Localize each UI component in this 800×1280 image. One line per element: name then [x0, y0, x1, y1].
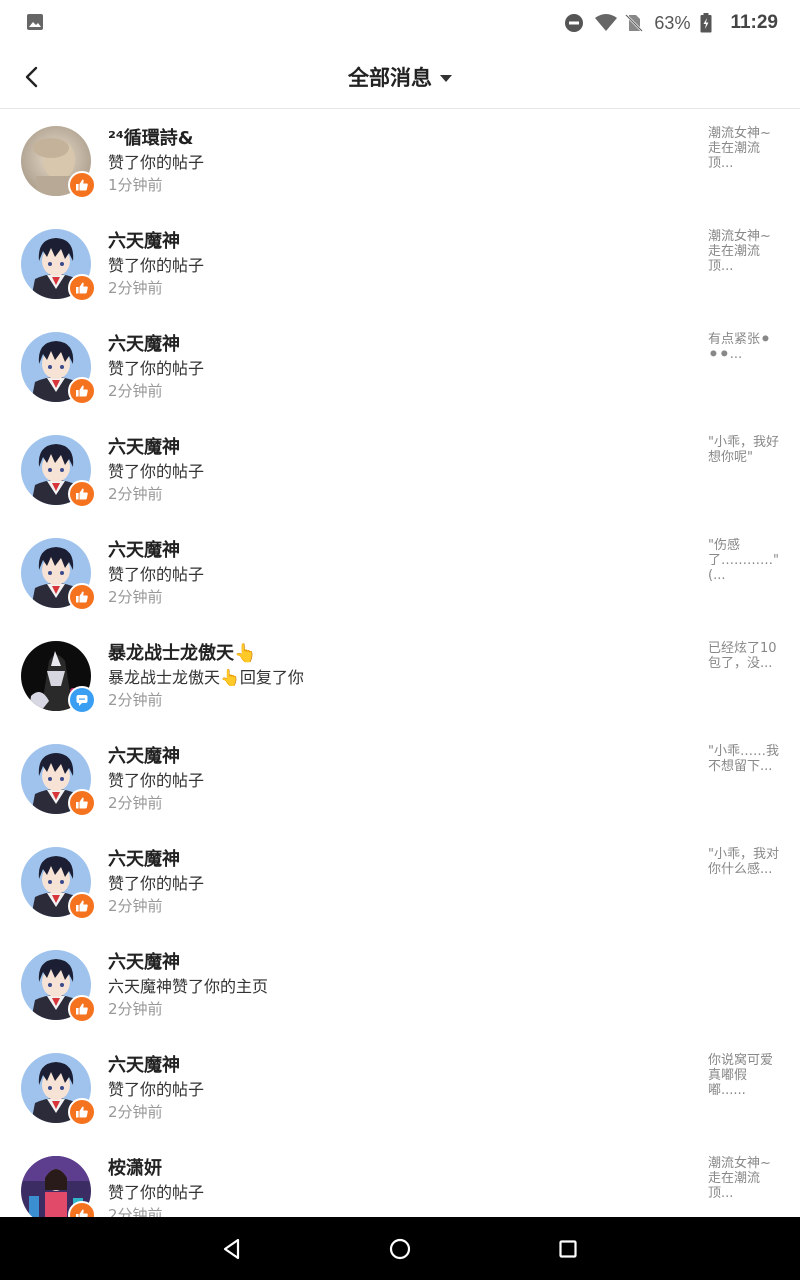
- like-badge: [68, 377, 96, 405]
- message-action: 赞了你的帖子: [108, 874, 205, 893]
- message-row[interactable]: 六天魔神赞了你的帖子 2分钟前 "小乖……我不想留下...: [0, 727, 800, 830]
- image-icon: [26, 13, 44, 31]
- wifi-icon: [594, 13, 618, 33]
- message-time: 2分钟前: [108, 279, 163, 297]
- sender-name[interactable]: ²⁴循環詩&: [108, 124, 193, 150]
- like-badge: [68, 995, 96, 1023]
- thumbs-up-icon: [76, 1209, 88, 1217]
- message-time: 2分钟前: [108, 1103, 163, 1121]
- message-action: 赞了你的帖子: [108, 771, 205, 790]
- thumbs-up-icon: [76, 797, 88, 809]
- like-badge: [68, 583, 96, 611]
- message-row[interactable]: 六天魔神赞了你的帖子 2分钟前 "伤感了…………"(...: [0, 521, 800, 624]
- sender-name[interactable]: 暴龙战士龙傲天👆: [108, 639, 256, 665]
- sender-name[interactable]: 六天魔神: [108, 1051, 180, 1077]
- like-badge: [68, 1201, 96, 1217]
- message-time: 2分钟前: [108, 1000, 163, 1018]
- nav-back-button[interactable]: [202, 1217, 262, 1280]
- message-action: 赞了你的帖子: [108, 462, 205, 481]
- sender-name[interactable]: 桉潇妍: [108, 1154, 162, 1180]
- like-badge: [68, 892, 96, 920]
- message-time: 2分钟前: [108, 382, 163, 400]
- message-row[interactable]: 桉潇妍赞了你的帖子 2分钟前 潮流女神~走在潮流顶...: [0, 1139, 800, 1217]
- post-preview[interactable]: 潮流女神~走在潮流顶...: [708, 126, 780, 171]
- nav-recents-button[interactable]: [538, 1217, 598, 1280]
- sender-name[interactable]: 六天魔神: [108, 227, 180, 253]
- like-badge: [68, 274, 96, 302]
- battery-percent: 63%: [654, 12, 691, 33]
- message-time: 2分钟前: [108, 588, 163, 606]
- thumbs-up-icon: [76, 1003, 88, 1015]
- thumbs-up-icon: [76, 282, 88, 294]
- like-badge: [68, 789, 96, 817]
- no-sim-icon: [624, 13, 644, 33]
- post-preview[interactable]: "小乖，我好想你呢": [708, 435, 780, 465]
- message-row[interactable]: 六天魔神赞了你的帖子 2分钟前 "小乖，我对你什么感...: [0, 830, 800, 933]
- post-preview[interactable]: 你说窝可爱真嘟假嘟......: [708, 1053, 780, 1098]
- back-triangle-icon: [223, 1238, 240, 1259]
- thumbs-up-icon: [76, 385, 88, 397]
- page-title: 全部消息: [348, 66, 432, 90]
- thumbs-up-icon: [76, 591, 88, 603]
- sender-name[interactable]: 六天魔神: [108, 330, 180, 356]
- message-action: 赞了你的帖子: [108, 256, 205, 275]
- message-time: 2分钟前: [108, 1206, 163, 1217]
- comment-icon: [76, 695, 88, 706]
- post-preview[interactable]: "小乖，我对你什么感...: [708, 847, 780, 877]
- message-filter-dropdown[interactable]: 全部消息: [0, 46, 800, 108]
- message-row[interactable]: 六天魔神赞了你的帖子 2分钟前 潮流女神~走在潮流顶...: [0, 212, 800, 315]
- message-action: 赞了你的帖子: [108, 1183, 205, 1202]
- message-action: 赞了你的帖子: [108, 359, 205, 378]
- message-time: 2分钟前: [108, 485, 163, 503]
- message-action: 暴龙战士龙傲天👆回复了你: [108, 668, 304, 687]
- message-row[interactable]: 六天魔神六天魔神赞了你的主页 2分钟前: [0, 933, 800, 1036]
- message-action: 赞了你的帖子: [108, 1080, 205, 1099]
- reply-badge: [68, 686, 96, 714]
- home-circle-icon: [389, 1238, 411, 1259]
- nav-home-button[interactable]: [370, 1217, 430, 1280]
- thumbs-up-icon: [76, 488, 88, 500]
- system-nav-bar: [0, 1217, 800, 1280]
- caret-down-icon: [440, 74, 452, 82]
- message-time: 2分钟前: [108, 691, 163, 709]
- thumbs-up-icon: [76, 1106, 88, 1118]
- post-preview[interactable]: "小乖……我不想留下...: [708, 744, 780, 774]
- sender-name[interactable]: 六天魔神: [108, 536, 180, 562]
- like-badge: [68, 480, 96, 508]
- sender-name[interactable]: 六天魔神: [108, 742, 180, 768]
- screen: 63% 11:29 全部消息 ²⁴循環詩& 赞了你的帖子 1分钟前 潮流女神~走在潮流…: [0, 0, 800, 1280]
- message-time: 1分钟前: [108, 176, 163, 194]
- post-preview[interactable]: 潮流女神~走在潮流顶...: [708, 229, 780, 274]
- status-bar: 63% 11:29: [0, 0, 800, 46]
- post-preview[interactable]: "伤感了…………"(...: [708, 538, 780, 583]
- message-action: 赞了你的帖子: [108, 565, 205, 584]
- status-icons: 63% 11:29: [564, 0, 778, 46]
- sender-name[interactable]: 六天魔神: [108, 845, 180, 871]
- message-row[interactable]: 六天魔神赞了你的帖子 2分钟前 有点紧张⚫⚫⚫...: [0, 315, 800, 418]
- message-time: 2分钟前: [108, 897, 163, 915]
- message-row[interactable]: ²⁴循環詩& 赞了你的帖子 1分钟前 潮流女神~走在潮流顶...: [0, 109, 800, 212]
- header: 全部消息: [0, 46, 800, 109]
- message-row[interactable]: 六天魔神赞了你的帖子 2分钟前 你说窝可爱真嘟假嘟......: [0, 1036, 800, 1139]
- clock: 11:29: [730, 12, 778, 33]
- thumbs-up-icon: [76, 179, 88, 191]
- battery-charging-icon: [700, 13, 720, 33]
- sender-name[interactable]: 六天魔神: [108, 948, 180, 974]
- like-badge: [68, 1098, 96, 1126]
- dnd-icon: [564, 13, 584, 33]
- message-action: 赞了你的帖子: [108, 153, 205, 172]
- message-row[interactable]: 暴龙战士龙傲天👆 暴龙战士龙傲天👆回复了你 2分钟前 已经炫了10包了，没...: [0, 624, 800, 727]
- recents-square-icon: [559, 1239, 577, 1258]
- like-badge: [68, 171, 96, 199]
- message-list[interactable]: ²⁴循環詩& 赞了你的帖子 1分钟前 潮流女神~走在潮流顶... 六天魔神 赞了你的帖子 2…: [0, 109, 800, 1217]
- message-action: 六天魔神赞了你的主页: [108, 977, 269, 996]
- sender-name[interactable]: 六天魔神: [108, 433, 180, 459]
- post-preview[interactable]: 潮流女神~走在潮流顶...: [708, 1156, 780, 1201]
- message-time: 2分钟前: [108, 794, 163, 812]
- message-row[interactable]: 六天魔神赞了你的帖子 2分钟前 "小乖，我好想你呢": [0, 418, 800, 521]
- post-preview[interactable]: 有点紧张⚫⚫⚫...: [708, 332, 780, 362]
- post-preview[interactable]: 已经炫了10包了，没...: [708, 641, 780, 671]
- thumbs-up-icon: [76, 900, 88, 912]
